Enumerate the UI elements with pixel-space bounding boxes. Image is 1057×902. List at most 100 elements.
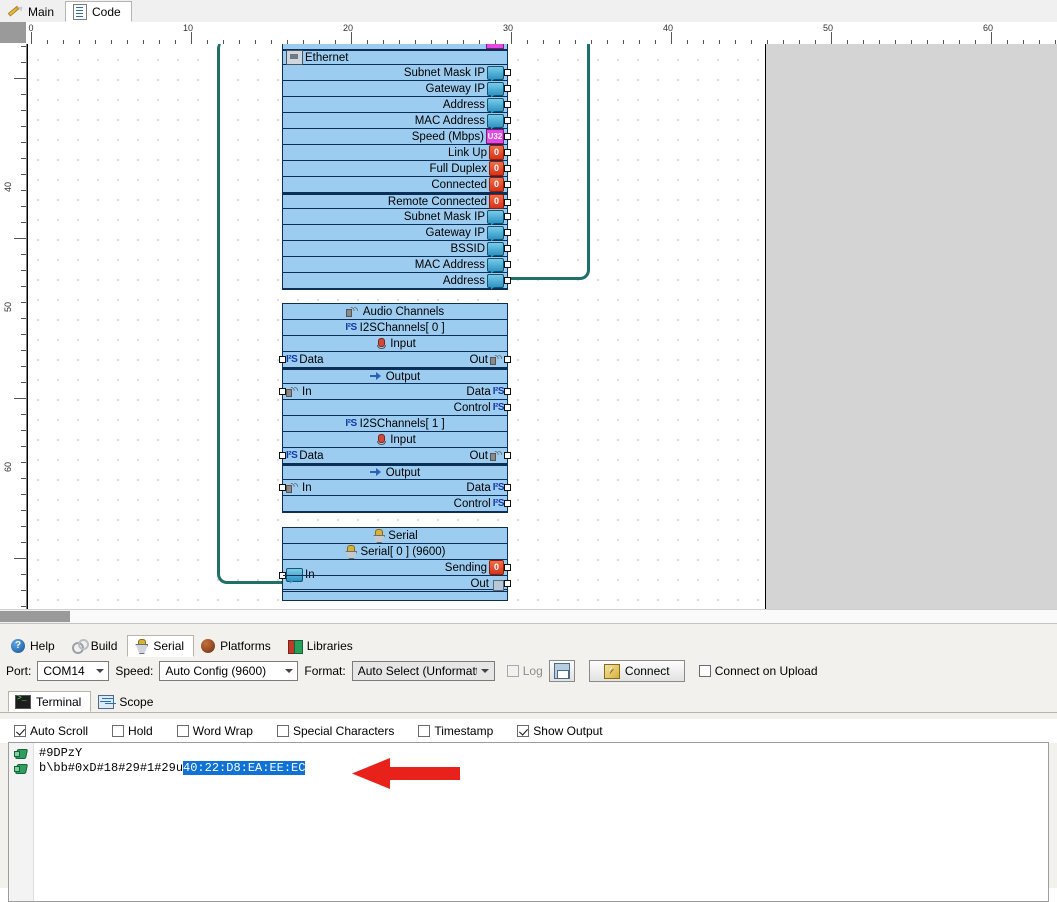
terminal-line[interactable]: #9DPzY: [9, 746, 1048, 761]
ethernet-row[interactable]: Gateway IP: [283, 81, 507, 97]
output-port-left[interactable]: In: [286, 384, 312, 400]
port-output[interactable]: [504, 580, 511, 587]
format-select[interactable]: Auto Select (Unformatted): [352, 661, 495, 681]
port-select[interactable]: COM14: [37, 661, 109, 681]
checkbox-box[interactable]: [699, 665, 711, 677]
port-output[interactable]: [504, 213, 511, 220]
serial-instance-row[interactable]: Serial[ 0 ] (9600): [283, 544, 507, 560]
chevron-down-icon[interactable]: [477, 662, 494, 680]
input-port-right[interactable]: Out: [469, 448, 504, 464]
connect-on-upload-checkbox[interactable]: Connect on Upload: [699, 664, 818, 678]
ethernet-row[interactable]: Subnet Mask IP: [283, 65, 507, 81]
port-output[interactable]: [504, 388, 511, 395]
port-output[interactable]: [504, 165, 511, 172]
serial-out-row[interactable]: Out: [283, 576, 507, 592]
tab-main[interactable]: Main: [0, 1, 65, 22]
wire-left-routing[interactable]: [217, 44, 287, 584]
ethernet-row[interactable]: Link Up0: [283, 145, 507, 161]
terminal-output[interactable]: #9DPzYb\bb#0xD#18#29#1#29u40:22:D8:EA:EE…: [8, 742, 1049, 902]
port-output[interactable]: [504, 181, 511, 188]
ethernet-row[interactable]: Speed (Mbps)U32: [283, 129, 507, 145]
port-output[interactable]: [504, 133, 511, 140]
connect-button[interactable]: Connect: [589, 660, 685, 682]
port-output[interactable]: [504, 277, 511, 284]
bottom-tab-serial[interactable]: Serial: [127, 635, 194, 657]
port-output[interactable]: [504, 245, 511, 252]
option-show-output[interactable]: Show Output: [517, 724, 602, 738]
ethernet-row[interactable]: BSSID: [283, 241, 507, 257]
serial-sending-row[interactable]: Sending 0: [283, 560, 507, 576]
output-port-right[interactable]: DataI²S: [466, 384, 504, 400]
port-output[interactable]: [504, 404, 511, 411]
scrollbar-thumb[interactable]: [0, 611, 70, 622]
port-input[interactable]: [279, 484, 286, 491]
wire-right-routing[interactable]: [508, 44, 590, 280]
tab-terminal[interactable]: Terminal: [8, 691, 91, 712]
port-output[interactable]: [504, 261, 511, 268]
terminal-selected-text[interactable]: 40:22:D8:EA:EE:EC: [183, 761, 305, 775]
ethernet-row[interactable]: Full Duplex0: [283, 161, 507, 177]
ethernet-row[interactable]: Address: [283, 97, 507, 113]
bottom-tab-help[interactable]: ? Help: [4, 635, 65, 657]
port-output[interactable]: [504, 229, 511, 236]
serial-next-instance-row[interactable]: [283, 592, 507, 600]
bottom-tab-build[interactable]: Build: [65, 635, 128, 657]
port-output[interactable]: [504, 85, 511, 92]
audio-output-ports-row[interactable]: In DataI²S: [283, 480, 507, 496]
ethernet-row[interactable]: Connected0: [283, 177, 507, 193]
tab-scope[interactable]: Scope: [91, 691, 163, 712]
canvas-horizontal-scrollbar[interactable]: [0, 609, 1057, 624]
audio-input-ports-row[interactable]: I²SData Out: [283, 352, 507, 368]
output-port-left[interactable]: In: [286, 480, 312, 496]
ethernet-row[interactable]: Address: [283, 273, 507, 289]
option-special-characters[interactable]: Special Characters: [277, 724, 394, 738]
checkbox-box[interactable]: [277, 725, 289, 737]
tab-code[interactable]: Code: [65, 1, 132, 22]
ethernet-row[interactable]: Gateway IP: [283, 225, 507, 241]
chevron-down-icon[interactable]: [280, 662, 297, 680]
ethernet-block[interactable]: Version U32 Ethernet Subnet Mask IPGatew…: [282, 44, 508, 290]
port-input[interactable]: [279, 356, 286, 363]
ethernet-row[interactable]: Remote Connected0: [283, 193, 507, 209]
serial-block[interactable]: Serial Serial[ 0 ] (9600) In Sending 0 O…: [282, 527, 508, 601]
audio-control-row[interactable]: ControlI²S: [283, 400, 507, 416]
port-output[interactable]: [504, 101, 511, 108]
scrollbar-track[interactable]: [70, 610, 1057, 623]
checkbox-box[interactable]: [112, 725, 124, 737]
port-output[interactable]: [504, 564, 511, 571]
checkbox-box[interactable]: [418, 725, 430, 737]
output-port-right[interactable]: DataI²S: [466, 480, 504, 496]
chevron-down-icon[interactable]: [91, 662, 108, 680]
port-output[interactable]: [504, 149, 511, 156]
checkbox-box[interactable]: [14, 725, 26, 737]
speed-select[interactable]: Auto Config (9600): [159, 661, 298, 681]
terminal-line[interactable]: b\bb#0xD#18#29#1#29u40:22:D8:EA:EE:EC: [9, 761, 1048, 776]
option-auto-scroll[interactable]: Auto Scroll: [14, 724, 88, 738]
port-output[interactable]: [504, 452, 511, 459]
audio-channel-name-row[interactable]: I²SI2SChannels[ 1 ]: [283, 416, 507, 432]
input-port-left[interactable]: I²SData: [286, 352, 324, 368]
audio-control-row[interactable]: ControlI²S: [283, 496, 507, 512]
port-input[interactable]: [279, 452, 286, 459]
ethernet-row[interactable]: MAC Address: [283, 257, 507, 273]
port-output[interactable]: [504, 199, 511, 206]
port-output[interactable]: [504, 117, 511, 124]
port-output[interactable]: [504, 356, 511, 363]
port-output[interactable]: [504, 500, 511, 507]
option-word-wrap[interactable]: Word Wrap: [177, 724, 253, 738]
input-port-left[interactable]: I²SData: [286, 448, 324, 464]
port-output[interactable]: [504, 484, 511, 491]
log-checkbox[interactable]: Log: [507, 664, 543, 678]
diagram-canvas[interactable]: Version U32 Ethernet Subnet Mask IPGatew…: [27, 44, 1057, 609]
save-log-button[interactable]: [549, 660, 575, 682]
port-input[interactable]: [279, 388, 286, 395]
audio-channel-name-row[interactable]: I²SI2SChannels[ 0 ]: [283, 320, 507, 336]
ethernet-row[interactable]: Subnet Mask IP: [283, 209, 507, 225]
audio-input-ports-row[interactable]: I²SData Out: [283, 448, 507, 464]
audio-output-ports-row[interactable]: In DataI²S: [283, 384, 507, 400]
input-port-right[interactable]: Out: [469, 352, 504, 368]
checkbox-box[interactable]: [517, 725, 529, 737]
port-output[interactable]: [504, 69, 511, 76]
ethernet-row[interactable]: MAC Address: [283, 113, 507, 129]
audio-channels-block[interactable]: Audio Channels I²SI2SChannels[ 0 ]InputI…: [282, 303, 508, 513]
